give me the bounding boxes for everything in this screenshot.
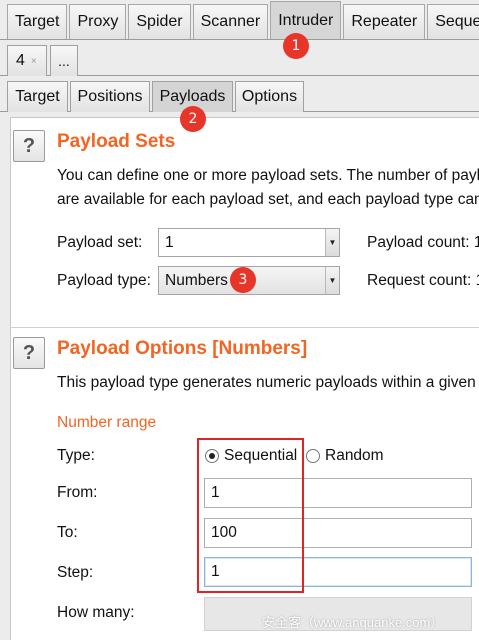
annotation-marker-2: 2	[180, 106, 206, 132]
attack-tab-bar: 4 × ...	[0, 40, 479, 76]
request-count-label: Request count: 1	[367, 272, 479, 290]
payload-type-label: Payload type:	[57, 272, 151, 289]
attack-tab-number: 4	[16, 52, 25, 69]
payload-set-value: 1	[165, 233, 174, 251]
tab-intruder[interactable]: Intruder	[270, 1, 342, 39]
tab-scanner[interactable]: Scanner	[192, 4, 269, 39]
payload-options-title: Payload Options [Numbers]	[57, 338, 308, 359]
tab-sequencer[interactable]: Sequencer	[427, 4, 479, 39]
subtab-target[interactable]: Target	[7, 81, 68, 112]
number-range-heading: Number range	[57, 414, 157, 431]
request-count-value: 1	[476, 272, 479, 289]
chevron-down-icon: ▼	[325, 267, 339, 294]
payload-set-dropdown[interactable]: 1 ▼	[158, 228, 340, 257]
random-radio[interactable]	[306, 449, 320, 463]
random-label[interactable]: Random	[325, 447, 384, 465]
annotation-marker-3: 3	[230, 267, 256, 293]
close-icon[interactable]: ×	[31, 56, 37, 67]
payload-options-description: This payload type generates numeric payl…	[57, 374, 476, 391]
payload-type-value: Numbers	[165, 271, 228, 289]
payload-set-label: Payload set:	[57, 234, 143, 251]
new-attack-tab[interactable]: ...	[50, 45, 78, 76]
intruder-subtab-bar: Target Positions Payloads Options	[0, 77, 479, 112]
payload-sets-description-2: are available for each payload set, and …	[57, 191, 479, 208]
attack-tab-4[interactable]: 4 ×	[7, 45, 47, 76]
annotation-marker-1: 1	[283, 33, 309, 59]
tab-spider[interactable]: Spider	[128, 4, 191, 39]
subtab-options[interactable]: Options	[235, 81, 304, 112]
from-label: From:	[57, 484, 98, 501]
chevron-down-icon: ▼	[325, 229, 339, 256]
tab-target[interactable]: Target	[7, 4, 68, 39]
step-label: Step:	[57, 564, 94, 581]
section-divider	[10, 327, 479, 328]
highlight-box	[197, 438, 304, 593]
tab-proxy[interactable]: Proxy	[69, 4, 127, 39]
help-icon[interactable]: ?	[13, 130, 45, 162]
how-many-label: How many:	[57, 604, 135, 621]
to-label: To:	[57, 524, 78, 541]
payload-count-value: 1	[473, 234, 479, 251]
type-label: Type:	[57, 447, 95, 464]
watermark: 安全客（www.anquanke.com）	[262, 615, 444, 630]
help-icon[interactable]: ?	[13, 337, 45, 369]
payload-sets-title: Payload Sets	[57, 131, 176, 152]
tab-repeater[interactable]: Repeater	[343, 4, 426, 39]
subtab-positions[interactable]: Positions	[70, 81, 150, 112]
main-tab-bar: Target Proxy Spider Scanner Intruder Rep…	[0, 0, 479, 40]
payload-count-label: Payload count: 1	[367, 234, 479, 252]
payload-sets-description: You can define one or more payload sets.…	[57, 167, 479, 184]
